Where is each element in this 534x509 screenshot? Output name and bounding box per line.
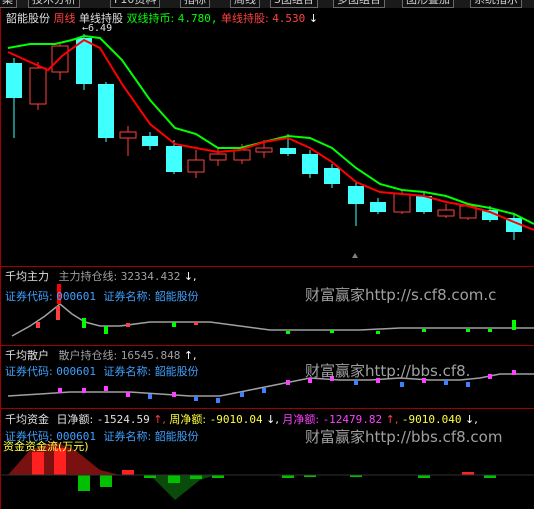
retail-marker: [240, 392, 244, 397]
candle-body-up: [209, 153, 227, 161]
week-net-value: -9010.04: [209, 413, 263, 426]
candle-body-up: [233, 149, 251, 161]
main-force-header: 千均主力 主力持仓线: 32334.432 ↓,: [5, 268, 197, 284]
day-net-arrow: ↑,: [153, 413, 166, 426]
week-net-label: 周净额:: [169, 413, 207, 426]
retail-marker: [262, 388, 266, 393]
main-force-bar: [330, 330, 334, 333]
retail-marker: [400, 382, 404, 387]
watermark: 财富赢家http://bbs.cf8.com: [305, 428, 503, 446]
retail-marker: [172, 392, 176, 397]
candle-body-down: [280, 148, 296, 154]
candle-body-down: [370, 202, 386, 212]
retail-marker: [512, 370, 516, 375]
candle-body-up: [437, 209, 455, 217]
divider-1: [0, 266, 534, 267]
retail-holding-label: 散户持仓线:: [58, 349, 118, 362]
candle-body-up: [187, 159, 205, 173]
retail-marker: [126, 392, 130, 397]
candle-body-up: [255, 147, 273, 153]
candle-body-down: [98, 84, 114, 138]
main-force-bar: [56, 306, 60, 320]
candle-body-up: [119, 131, 137, 139]
funds-title[interactable]: 千均资金: [5, 413, 49, 426]
fund-flow-bar: [78, 475, 90, 491]
day-net-label: 日净额:: [56, 413, 94, 426]
main-force-bar: [512, 320, 516, 330]
retail-marker: [82, 388, 86, 393]
fund-flow-bar: [100, 475, 112, 487]
code-label: 证券代码:: [5, 365, 53, 378]
name-label: 证券名称:: [103, 290, 152, 303]
week-net-arrow: ↓,: [266, 413, 279, 426]
retail-marker: [104, 386, 108, 391]
code-label: 证券代码:: [5, 290, 53, 303]
main-force-bar: [126, 323, 130, 327]
retail-holding-value: 16545.848: [120, 349, 181, 362]
name-label: 证券名称:: [103, 365, 152, 378]
candle-body-down: [166, 146, 182, 172]
retail-arrow: ↑,: [183, 349, 197, 362]
main-force-bar: [422, 329, 426, 332]
main-force-bar: [194, 322, 198, 325]
retail-marker: [466, 382, 470, 387]
retail-marker: [58, 388, 62, 393]
stock-code: 000601: [56, 290, 96, 303]
month-net-label: 月净额:: [282, 413, 320, 426]
retail-header: 千均散户 散户持仓线: 16545.848 ↑,: [5, 347, 197, 363]
main-force-info: 证券代码: 000601 证券名称: 韶能股份: [5, 288, 199, 304]
divider-2: [0, 345, 534, 346]
main-force-bar: [82, 318, 86, 328]
fund-flow-bar: [32, 452, 44, 475]
main-force-bar: [376, 331, 380, 334]
candle-body-up: [29, 67, 47, 105]
candle-body-down: [324, 168, 340, 184]
main-force-holding-value: 32334.432: [120, 270, 181, 283]
candle-body-down: [302, 154, 318, 174]
extra-net-arrow: ↓,: [465, 413, 478, 426]
fund-flow-bars: [32, 448, 496, 491]
main-force-bar: [104, 326, 108, 334]
main-force-bar: [286, 331, 290, 334]
retail-marker: [488, 374, 492, 379]
fund-negative-area: [150, 475, 215, 500]
candle-body-down: [6, 63, 22, 98]
month-net-arrow: ↑,: [385, 413, 399, 426]
extra-net-value: -9010.040: [401, 413, 462, 426]
main-force-bar: [172, 322, 176, 327]
retail-marker: [194, 396, 198, 401]
funds-header: 千均资金 日净额: -1524.59 ↑, 周净额: -9010.04 ↓, 月…: [5, 411, 478, 427]
month-net-value: -12479.82: [322, 413, 383, 426]
stock-name: 韶能股份: [154, 430, 199, 443]
candle-body-up: [393, 193, 411, 213]
candle-body-down: [142, 136, 158, 146]
divider-3: [0, 408, 534, 409]
name-label: 证券名称:: [103, 430, 152, 443]
main-force-bar: [488, 329, 492, 332]
main-force-bar: [466, 329, 470, 332]
stock-name: 韶能股份: [154, 290, 199, 303]
day-net-value: -1524.59: [96, 413, 150, 426]
watermark: 财富赢家http://bbs.cf8.: [305, 362, 471, 380]
bottom-marker-icon: [352, 253, 358, 258]
retail-marker: [286, 380, 290, 385]
main-force-arrow: ↓,: [183, 270, 197, 283]
fund-flow-bar: [190, 475, 202, 479]
retail-marker: [148, 394, 152, 399]
candle-body-down: [348, 186, 364, 204]
main-force-title[interactable]: 千均主力: [5, 270, 49, 283]
stock-name: 韶能股份: [154, 365, 199, 378]
main-force-holding-label: 主力持仓线:: [58, 270, 118, 283]
candlestick-series: [6, 34, 522, 240]
fund-flow-bar: [168, 475, 180, 483]
fund-flow-bar: [122, 470, 134, 475]
main-force-bar: [36, 322, 40, 328]
retail-marker: [216, 398, 220, 403]
retail-info: 证券代码: 000601 证券名称: 韶能股份: [5, 363, 199, 379]
watermark: 财富赢家http://s.cf8.com.c: [305, 286, 497, 304]
stock-code: 000601: [56, 365, 96, 378]
fund-flow-label: 资金资金流(万元): [3, 440, 89, 453]
retail-title[interactable]: 千均散户: [5, 349, 49, 362]
main-force-holding-line: [11, 303, 534, 337]
